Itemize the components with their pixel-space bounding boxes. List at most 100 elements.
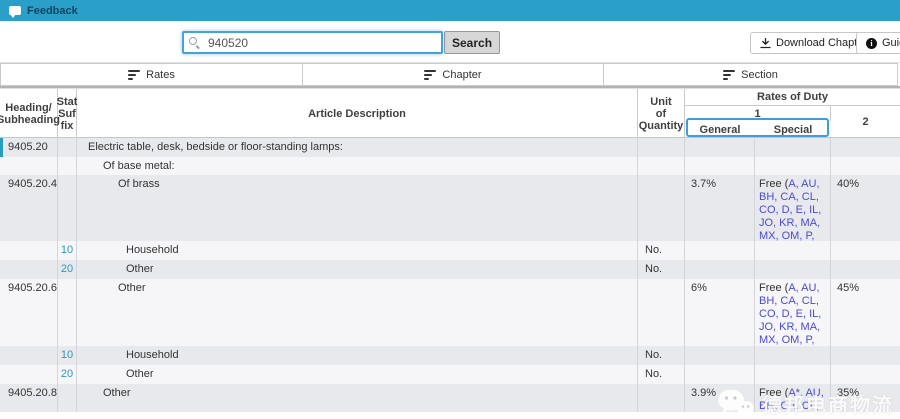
cell-heading-subheading xyxy=(0,260,58,279)
cell-general-rate: 3.7% xyxy=(685,175,755,241)
cell-general-rate xyxy=(685,346,755,365)
header-heading-subheading: Heading/ Subheading xyxy=(0,89,58,138)
tab-rates-label: Rates xyxy=(146,69,175,81)
table-body: 9405.20 Electric table, desk, bedside or… xyxy=(0,138,900,419)
special-rate-prefix: Free ( xyxy=(759,178,788,190)
cell-general-rate: 3.9% xyxy=(685,384,755,412)
download-icon xyxy=(760,38,771,49)
cell-duty-2-rate: 40% xyxy=(831,175,900,241)
cell-heading-subheading xyxy=(0,241,58,260)
table-row[interactable]: 10 Household No. xyxy=(0,241,900,260)
header-unit-of-quantity: Unit of Quantity xyxy=(638,89,685,138)
cell-special-rate xyxy=(755,260,831,279)
header-special: Special xyxy=(755,121,831,138)
cell-heading-subheading xyxy=(0,346,58,365)
table-row[interactable]: 9405.20 Electric table, desk, bedside or… xyxy=(0,138,900,157)
info-icon: i xyxy=(866,38,877,49)
search-icon xyxy=(189,37,197,45)
special-rate-prefix: Free ( xyxy=(759,282,788,294)
cell-unit-of-quantity xyxy=(638,384,685,412)
cell-duty-2-rate xyxy=(831,346,900,365)
cell-unit-of-quantity: No. xyxy=(638,365,685,384)
table-row[interactable]: 9405.20.80 Other 3.9% Free (A*, AU, BH, … xyxy=(0,384,900,412)
list-icon xyxy=(424,70,436,80)
cell-article-description: Other xyxy=(77,279,638,346)
cell-special-rate: Free (A, AU, BH, CA, CL, CO, D, E, IL, J… xyxy=(755,279,831,346)
cell-duty-2-rate xyxy=(831,138,900,157)
cell-general-rate xyxy=(685,260,755,279)
cell-stat-suffix[interactable]: 20 xyxy=(58,365,77,384)
cell-unit-of-quantity xyxy=(638,138,685,157)
tab-section[interactable]: Section xyxy=(603,63,898,86)
cell-stat-suffix[interactable] xyxy=(58,279,77,346)
cell-duty-2-rate xyxy=(831,365,900,384)
cell-general-rate xyxy=(685,241,755,260)
cell-unit-of-quantity xyxy=(638,279,685,346)
cell-unit-of-quantity: No. xyxy=(638,260,685,279)
search-area: Search xyxy=(182,31,500,54)
header-article-description: Article Description xyxy=(77,89,638,138)
tab-rates[interactable]: Rates xyxy=(0,63,303,86)
table-row[interactable]: 9405.20.40 Of brass 3.7% Free (A, AU, BH… xyxy=(0,175,900,241)
cell-duty-2-rate xyxy=(831,157,900,175)
cell-article-description: Other xyxy=(77,365,638,384)
cell-article-description: Household xyxy=(77,241,638,260)
search-button[interactable]: Search xyxy=(444,31,500,54)
tab-section-label: Section xyxy=(741,69,778,81)
tab-chapter-label: Chapter xyxy=(442,69,481,81)
special-rate-prefix: Free ( xyxy=(759,387,788,399)
list-icon xyxy=(128,70,140,80)
table-row[interactable]: 20 Other No. xyxy=(0,365,900,384)
cell-stat-suffix[interactable] xyxy=(58,175,77,241)
cell-special-rate: Free (A*, AU, BH, CA, CL, CO xyxy=(755,384,831,412)
cell-special-rate xyxy=(755,138,831,157)
table-row[interactable]: 10 Household No. xyxy=(0,346,900,365)
header-duty-col-2: 2 xyxy=(831,106,900,138)
cell-stat-suffix[interactable] xyxy=(58,384,77,412)
cell-unit-of-quantity: No. xyxy=(638,241,685,260)
cell-special-rate xyxy=(755,365,831,384)
view-tabs: Rates Chapter Section xyxy=(0,62,900,88)
cell-stat-suffix[interactable] xyxy=(58,157,77,175)
feedback-icon xyxy=(9,6,21,15)
cell-heading-subheading: 9405.20.60 xyxy=(0,279,58,346)
table-row[interactable]: Of base metal: xyxy=(0,157,900,175)
list-icon xyxy=(723,70,735,80)
cell-general-rate xyxy=(685,365,755,384)
header-stat-suffix: Stat Suf fix xyxy=(58,89,77,138)
cell-general-rate xyxy=(685,157,755,175)
cell-general-rate: 6% xyxy=(685,279,755,346)
tab-chapter[interactable]: Chapter xyxy=(302,63,604,86)
cell-stat-suffix[interactable]: 10 xyxy=(58,346,77,365)
cell-unit-of-quantity: No. xyxy=(638,346,685,365)
cell-duty-2-rate xyxy=(831,241,900,260)
cell-special-rate: Free (A, AU, BH, CA, CL, CO, D, E, IL, J… xyxy=(755,175,831,241)
cell-heading-subheading: 9405.20 xyxy=(0,138,58,157)
cell-stat-suffix[interactable]: 10 xyxy=(58,241,77,260)
cell-article-description: Electric table, desk, bedside or floor-s… xyxy=(77,138,638,157)
cell-heading-subheading: 9405.20.40 xyxy=(0,175,58,241)
cell-unit-of-quantity xyxy=(638,175,685,241)
cell-general-rate xyxy=(685,138,755,157)
feedback-bar[interactable]: Feedback xyxy=(0,0,900,21)
guide-label: Guide xyxy=(882,37,900,49)
cell-stat-suffix[interactable]: 20 xyxy=(58,260,77,279)
cell-special-rate xyxy=(755,346,831,365)
feedback-label: Feedback xyxy=(27,5,78,17)
guide-button[interactable]: i Guide xyxy=(856,32,900,54)
cell-article-description: Household xyxy=(77,346,638,365)
cell-stat-suffix[interactable] xyxy=(58,138,77,157)
search-input[interactable] xyxy=(182,31,443,54)
cell-special-rate xyxy=(755,157,831,175)
download-chapter-label: Download Chapter xyxy=(776,37,867,49)
search-box xyxy=(182,31,443,54)
table-row[interactable]: 9405.20.60 Other 6% Free (A, AU, BH, CA,… xyxy=(0,279,900,346)
cell-duty-2-rate: 45% xyxy=(831,279,900,346)
cell-article-description: Of base metal: xyxy=(77,157,638,175)
cell-heading-subheading: 9405.20.80 xyxy=(0,384,58,412)
table-header: Heading/ Subheading Stat Suf fix Article… xyxy=(0,88,900,138)
hts-rates-page: Feedback Search Download Chapter i Guide… xyxy=(0,0,900,419)
cell-special-rate xyxy=(755,241,831,260)
table-row[interactable]: 20 Other No. xyxy=(0,260,900,279)
header-rates-of-duty: Rates of Duty xyxy=(685,89,900,106)
